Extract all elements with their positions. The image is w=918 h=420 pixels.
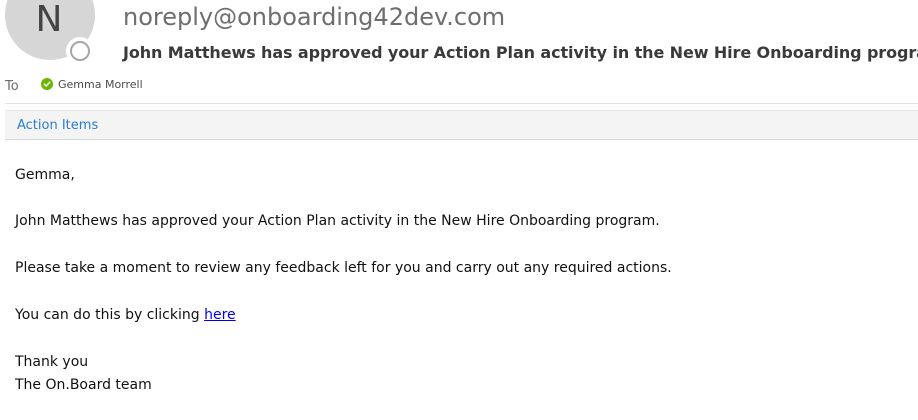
to-label: To [5,78,19,94]
check-circle-icon [41,78,53,90]
presence-status-icon [66,37,94,65]
action-prefix-text: You can do this by clicking [15,307,205,323]
action-items-bar: Action Items [5,110,918,140]
here-link[interactable]: here [204,307,236,323]
message-line-review: Please take a moment to review any feedb… [15,260,672,276]
header-divider [5,103,918,104]
message-line-approved: John Matthews has approved your Action P… [15,213,660,229]
email-subject: John Matthews has approved your Action P… [123,43,918,62]
message-line-action: You can do this by clicking here [15,303,236,327]
to-line: To Gemma Morrell [5,74,143,94]
closing-thanks: Thank you [15,354,89,370]
sender-address[interactable]: noreply@onboarding42dev.com [123,2,505,32]
recipient-name: Gemma Morrell [58,77,143,91]
greeting: Gemma, [15,167,75,183]
avatar-initial: N [35,0,63,40]
action-items-link[interactable]: Action Items [17,118,98,133]
recipient-chip[interactable]: Gemma Morrell [41,78,143,91]
closing-signature: The On.Board team [15,377,152,393]
